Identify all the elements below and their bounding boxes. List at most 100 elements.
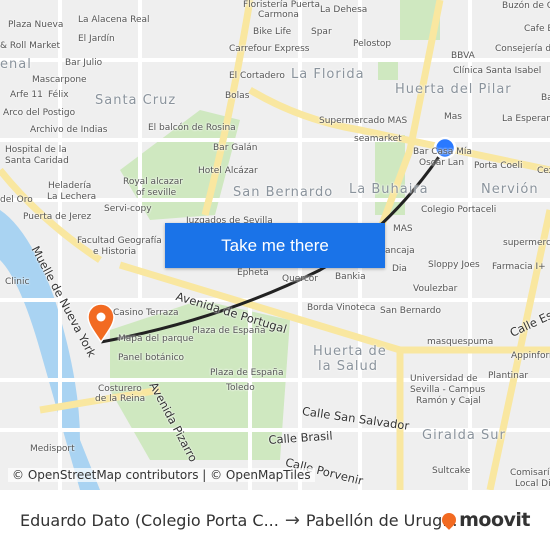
map-label: of seville [136, 188, 177, 198]
map-label: Sultcake [432, 466, 471, 476]
map-label: La Alacena Real [78, 15, 150, 25]
map-label: Arco del Postigo [3, 108, 76, 118]
map-label: El balcón de Rosina [148, 123, 236, 133]
map-label: Floristería Puerta [243, 0, 320, 10]
map-label: de la Reina [95, 394, 146, 404]
map-label: Servi-copy [104, 204, 152, 214]
map-label: La Florida [291, 67, 365, 82]
park-florida [378, 60, 398, 80]
map[interactable]: Plaza Nueva La Alacena Real El Jardín & … [0, 0, 550, 490]
map-label: Carmona [258, 10, 299, 20]
map-label: San Bernardo [233, 185, 334, 200]
map-label: Borda Vinoteca [307, 303, 376, 313]
map-label: Ramón y Cajal [416, 396, 481, 406]
map-label: Huerta del Pilar [395, 82, 512, 97]
map-label: Plaza de España [210, 368, 284, 378]
map-label: Bar Julio [65, 58, 103, 68]
map-label: Huerta de [313, 344, 387, 359]
map-label: Bike Life [253, 27, 292, 37]
map-label: Bar Galán [213, 143, 258, 153]
map-label: enal [0, 57, 32, 72]
map-label: Ba [541, 93, 550, 103]
map-label: Cafe B [524, 24, 550, 34]
map-label: Casino Terraza [113, 308, 179, 318]
take-me-there-button[interactable]: Take me there [165, 223, 385, 268]
map-label: Pelostop [353, 39, 392, 49]
map-label: Sevilla - Campus [410, 385, 486, 395]
map-label: Carrefour Express [229, 44, 310, 54]
map-label: Spar [311, 27, 332, 37]
map-label: El Cortadero [229, 71, 285, 81]
map-label: Panel botánico [118, 353, 185, 363]
map-label: Sloppy Joes [428, 260, 480, 270]
map-label: Facultad Geografía [77, 236, 162, 246]
arrow-right-icon: → [284, 509, 300, 531]
map-label: MAS [393, 224, 413, 234]
map-label: Epheta [237, 268, 269, 278]
map-label: Mascarpone [32, 75, 87, 85]
map-label: Clínica Santa Isabel [453, 66, 542, 76]
map-label: la Salud [318, 359, 379, 374]
map-label: Clinic [5, 277, 30, 287]
map-label: La Esperanza [502, 114, 550, 124]
map-label: Plantinar [488, 371, 529, 381]
map-label: Santa Caridad [5, 156, 69, 166]
map-label: Mas [444, 112, 462, 122]
map-label: La Dehesa [320, 5, 368, 15]
map-label: Giralda Sur [422, 428, 506, 443]
map-label: del Oro [0, 195, 33, 205]
map-label: Consejería de [495, 44, 550, 54]
map-label: Arfe 11 [10, 90, 43, 100]
map-label: Buzón de Co [502, 1, 550, 11]
map-label: Nervión [481, 182, 539, 197]
map-label: Archivo de Indias [30, 125, 108, 135]
map-label: La Lechera [47, 192, 97, 202]
map-label: Medisport [30, 444, 75, 454]
map-label: Farmacia I+ [492, 262, 546, 272]
map-label: Bankia [335, 272, 366, 282]
map-label: Supermercado MAS [319, 116, 408, 126]
map-label: Bar Casa Mía [413, 147, 472, 157]
map-label: masquespuma [427, 337, 494, 347]
map-attribution[interactable]: © OpenStreetMap contributors | © OpenMap… [8, 468, 315, 482]
map-label: Puerta de Jerez [23, 212, 92, 222]
map-label: Appinforn [511, 351, 550, 361]
map-label: BBVA [451, 51, 475, 61]
map-label: Quercor [282, 274, 318, 284]
map-label: Cex [537, 166, 550, 176]
map-label: Universidad de [410, 374, 478, 384]
map-label: & Roll Market [0, 41, 61, 51]
map-label: Dia [392, 264, 407, 274]
map-label: Local Di [515, 479, 550, 489]
destination-stop: Pabellón de Urug... [305, 510, 458, 530]
map-label: Comisaría [510, 468, 550, 478]
map-label: Colegio Portaceli [421, 205, 497, 215]
map-label: San Bernardo [380, 306, 442, 316]
map-label: Oscar Lan [419, 158, 465, 168]
map-label: seamarket [354, 134, 402, 144]
map-label: Royal alcazar [123, 177, 183, 187]
map-label: supermerca [503, 238, 550, 248]
map-label: Costurero [98, 384, 142, 394]
map-label: Hotel Alcázar [198, 166, 258, 176]
moovit-logo: moovit [439, 509, 530, 531]
map-label: Heladería [48, 181, 92, 191]
map-label: El Jardín [78, 34, 115, 44]
map-label: Santa Cruz [95, 93, 177, 108]
road-menendez [201, 0, 254, 216]
map-label: Bolas [225, 91, 250, 101]
map-label: La Buhaira [349, 182, 429, 197]
map-label: Mapa del parque [118, 334, 194, 344]
map-label: Hospital de la [5, 145, 67, 155]
origin-stop: Eduardo Dato (Colegio Porta C... [20, 510, 279, 530]
map-label: Porta Coeli [474, 161, 523, 171]
moovit-pin-icon [439, 510, 460, 530]
map-label: Félix [48, 90, 69, 100]
moovit-wordmark: moovit [459, 509, 530, 531]
map-label: Voulezbar [413, 284, 458, 294]
map-label: Toledo [226, 383, 255, 393]
map-label: Plaza de España [192, 326, 266, 336]
map-label: Plaza Nueva [8, 20, 64, 30]
map-label: ancaja [385, 246, 415, 256]
map-label: e Historia [93, 247, 137, 257]
